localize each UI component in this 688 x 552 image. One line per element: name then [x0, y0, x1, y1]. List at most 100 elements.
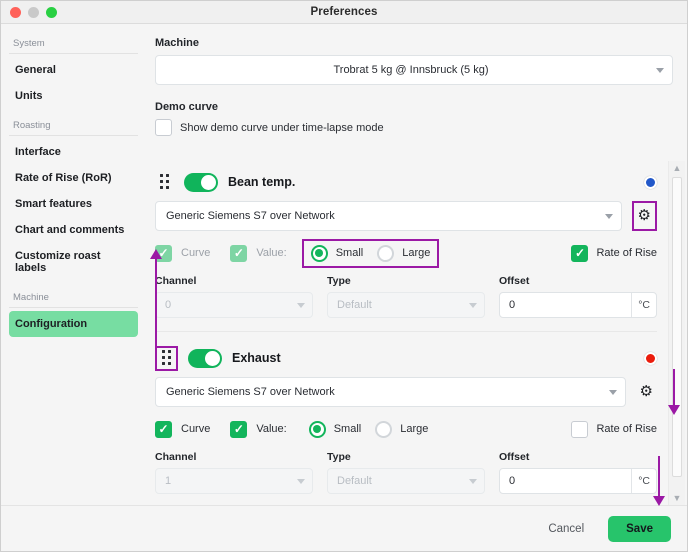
type-field-label: Type [327, 451, 351, 463]
sidebar-item-rate-of-rise[interactable]: Rate of Rise (RoR) [9, 165, 138, 191]
curve-checkbox-bean-temp[interactable]: ✓ [155, 244, 172, 262]
type-field-label: Type [327, 275, 351, 287]
preferences-window: Preferences System General Units Roastin… [0, 0, 688, 552]
device-row-bean-temp: Generic Siemens S7 over Network ⚙ [155, 201, 657, 231]
channel-color-indicator-bean-temp[interactable] [644, 175, 657, 189]
radio-small-label-exhaust: Small [333, 423, 362, 435]
type-select-exhaust[interactable]: Default [327, 468, 485, 494]
type-select-bean-temp[interactable]: Default [327, 292, 485, 318]
channel-field-label: Channel [155, 451, 197, 463]
demo-curve-checkbox[interactable] [155, 119, 172, 136]
curve-label-exhaust: Curve [181, 423, 211, 435]
device-select-exhaust[interactable]: Generic Siemens S7 over Network [155, 377, 626, 407]
chevron-down-icon [297, 478, 305, 484]
drag-handle-icon[interactable] [158, 174, 171, 190]
controls-row-exhaust: Channel 1 Type Default Offset 0 °C [155, 451, 657, 494]
channel-field-exhaust: Channel 1 [155, 451, 313, 494]
rate-of-rise-label-bean-temp: Rate of Rise [596, 247, 657, 259]
window-title: Preferences [310, 6, 378, 18]
device-settings-bean-temp-wrap[interactable]: ⚙ [631, 201, 657, 231]
vertical-scrollbar[interactable]: ▲ ▼ [668, 161, 685, 505]
channel-select-value: 1 [165, 475, 172, 487]
machine-select-value: Trobrat 5 kg @ Innsbruck (5 kg) [333, 64, 489, 76]
radio-small-bean-temp[interactable] [310, 244, 328, 262]
offset-field-bean-temp: Offset 0 °C [499, 275, 657, 318]
value-checkbox-bean-temp[interactable]: ✓ [230, 244, 248, 262]
window-titlebar: Preferences [1, 1, 687, 24]
options-row-exhaust: ✓ Curve ✓ Value: Small Large Rate of Ris… [155, 416, 657, 442]
offset-input-exhaust[interactable]: 0 °C [499, 468, 657, 494]
channels-panel: Bean temp. Generic Siemens S7 over Netwo… [147, 161, 687, 505]
value-size-group-bean-temp[interactable]: Small Large [301, 238, 440, 268]
device-select-bean-temp[interactable]: Generic Siemens S7 over Network [155, 201, 622, 231]
offset-unit-exhaust: °C [631, 469, 656, 493]
device-select-value: Generic Siemens S7 over Network [166, 210, 335, 222]
rate-of-rise-group-exhaust[interactable]: Rate of Rise [571, 420, 657, 438]
machine-label: Machine [155, 37, 200, 49]
rate-of-rise-checkbox-bean-temp[interactable]: ✓ [571, 244, 589, 262]
demo-curve-row[interactable]: Show demo curve under time-lapse mode [155, 119, 673, 136]
sidebar-item-smart-features[interactable]: Smart features [9, 191, 138, 217]
offset-input-value: 0 [509, 299, 516, 311]
drag-handle-exhaust-wrap[interactable] [155, 345, 178, 371]
offset-unit-bean-temp: °C [631, 293, 656, 317]
channel-name-bean-temp: Bean temp. [228, 175, 296, 189]
sidebar-item-units[interactable]: Units [9, 83, 138, 109]
sidebar-group-roasting: Roasting [9, 116, 138, 136]
device-row-exhaust: Generic Siemens S7 over Network ⚙ [155, 377, 657, 407]
cancel-button[interactable]: Cancel [540, 517, 592, 541]
rate-of-rise-checkbox-exhaust[interactable] [571, 420, 589, 438]
radio-large-bean-temp[interactable] [377, 244, 395, 262]
radio-large-exhaust[interactable] [375, 420, 393, 438]
sidebar-item-general[interactable]: General [9, 57, 138, 83]
sidebar-group-machine: Machine [9, 288, 138, 308]
value-label-exhaust: Value: [256, 423, 287, 435]
radio-small-exhaust[interactable] [308, 420, 326, 438]
maximize-icon[interactable] [46, 7, 57, 18]
channel-name-exhaust: Exhaust [232, 351, 281, 365]
save-button[interactable]: Save [608, 515, 671, 542]
close-icon[interactable] [10, 7, 21, 18]
minimize-icon[interactable] [28, 7, 39, 18]
scrollbar-thumb[interactable] [672, 177, 682, 477]
scroll-down-icon[interactable]: ▼ [669, 491, 685, 505]
main-content: Machine Trobrat 5 kg @ Innsbruck (5 kg) … [147, 25, 687, 161]
sidebar-item-customize-roast-labels[interactable]: Customize roast labels [9, 243, 138, 281]
drag-handle-icon[interactable] [160, 350, 173, 366]
curve-checkbox-exhaust[interactable]: ✓ [155, 420, 172, 438]
gear-icon[interactable]: ⚙ [638, 207, 651, 224]
gear-icon[interactable]: ⚙ [640, 383, 653, 400]
channel-select-bean-temp[interactable]: 0 [155, 292, 313, 318]
scroll-up-icon[interactable]: ▲ [669, 161, 685, 175]
dialog-footer: Cancel Save [1, 505, 687, 551]
value-size-group-exhaust[interactable]: Small Large [302, 417, 436, 442]
drag-handle-bean-temp-wrap[interactable] [155, 172, 174, 193]
sidebar-item-interface[interactable]: Interface [9, 139, 138, 165]
sidebar-item-chart-and-comments[interactable]: Chart and comments [9, 217, 138, 243]
curve-label-bean-temp: Curve [181, 247, 211, 259]
window-controls[interactable] [10, 7, 57, 18]
scrollbar-track[interactable] [669, 175, 685, 491]
channels-list: Bean temp. Generic Siemens S7 over Netwo… [147, 161, 665, 505]
device-select-value: Generic Siemens S7 over Network [166, 386, 335, 398]
channel-color-indicator-exhaust[interactable] [644, 351, 657, 365]
chevron-down-icon [604, 213, 613, 219]
offset-input-bean-temp[interactable]: 0 °C [499, 292, 657, 318]
channel-divider [155, 331, 657, 332]
value-checkbox-exhaust[interactable]: ✓ [230, 420, 248, 438]
chevron-down-icon [469, 478, 477, 484]
channel-field-label: Channel [155, 275, 197, 287]
sidebar-group-system: System [9, 34, 138, 54]
chevron-down-icon [608, 389, 617, 395]
machine-select[interactable]: Trobrat 5 kg @ Innsbruck (5 kg) [155, 55, 673, 85]
device-settings-exhaust-wrap[interactable]: ⚙ [636, 379, 657, 405]
sidebar-item-configuration[interactable]: Configuration [9, 311, 138, 337]
channel-toggle-exhaust[interactable] [188, 348, 222, 368]
chevron-down-icon [656, 67, 664, 73]
type-select-value: Default [337, 299, 372, 311]
channel-toggle-bean-temp[interactable] [184, 172, 218, 192]
type-select-value: Default [337, 475, 372, 487]
rate-of-rise-group-bean-temp[interactable]: ✓ Rate of Rise [571, 244, 657, 262]
channel-select-exhaust[interactable]: 1 [155, 468, 313, 494]
offset-field-exhaust: Offset 0 °C [499, 451, 657, 494]
